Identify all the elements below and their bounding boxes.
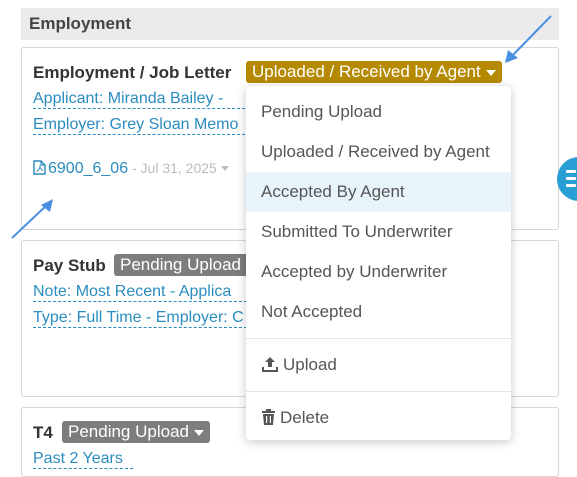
period-link[interactable]: Past 2 Years (33, 449, 133, 469)
type-link[interactable]: Type: Full Time - Employer: C (33, 308, 247, 328)
caret-down-icon (485, 69, 496, 76)
upload-label: Upload (283, 355, 337, 374)
card-title: T4 (33, 423, 53, 442)
menu-item-upload[interactable]: Upload (246, 345, 511, 385)
pdf-file-icon (33, 160, 46, 180)
file-row: 6900_6_06 - Jul 31, 2025 (33, 160, 229, 180)
status-dropdown-button[interactable]: Uploaded / Received by Agent (246, 61, 502, 83)
upload-icon (262, 357, 278, 372)
menu-divider (246, 391, 511, 392)
status-badge-label: Pending Upload (68, 422, 189, 441)
menu-item-not-accepted[interactable]: Not Accepted (246, 292, 511, 332)
file-separator: - (128, 160, 141, 176)
file-caret-icon[interactable] (220, 166, 229, 172)
menu-item-accepted-by-agent[interactable]: Accepted By Agent (246, 172, 511, 212)
status-badge-label: Pending Upload (120, 255, 241, 274)
menu-item-accepted-by-underwriter[interactable]: Accepted by Underwriter (246, 252, 511, 292)
caret-down-icon (193, 429, 204, 436)
file-date: Jul 31, 2025 (140, 160, 217, 176)
side-menu-button[interactable] (557, 157, 577, 201)
delete-label: Delete (280, 408, 330, 427)
section-header: Employment (21, 8, 559, 40)
menu-item-submitted-to-underwriter[interactable]: Submitted To Underwriter (246, 212, 511, 252)
status-dropdown-menu: Pending Upload Uploaded / Received by Ag… (246, 86, 511, 440)
menu-item-delete[interactable]: Delete (246, 398, 511, 438)
status-badge-label: Uploaded / Received by Agent (252, 62, 481, 81)
applicant-link[interactable]: Applicant: Miranda Bailey - (33, 89, 255, 109)
menu-item-uploaded-received[interactable]: Uploaded / Received by Agent (246, 132, 511, 172)
menu-item-pending-upload[interactable]: Pending Upload (246, 92, 511, 132)
status-dropdown-button[interactable]: Pending Upload (62, 421, 210, 443)
section-title: Employment (29, 14, 132, 33)
trash-icon (262, 409, 275, 425)
employer-link[interactable]: Employer: Grey Sloan Memo (33, 115, 255, 135)
file-link[interactable]: 6900_6_06 (48, 160, 128, 177)
menu-divider (246, 338, 511, 339)
status-dropdown-button[interactable]: Pending Upload (114, 254, 262, 276)
card-title: Pay Stub (33, 256, 106, 275)
card-title: Employment / Job Letter (33, 63, 232, 82)
note-link[interactable]: Note: Most Recent - Applica (33, 282, 247, 302)
